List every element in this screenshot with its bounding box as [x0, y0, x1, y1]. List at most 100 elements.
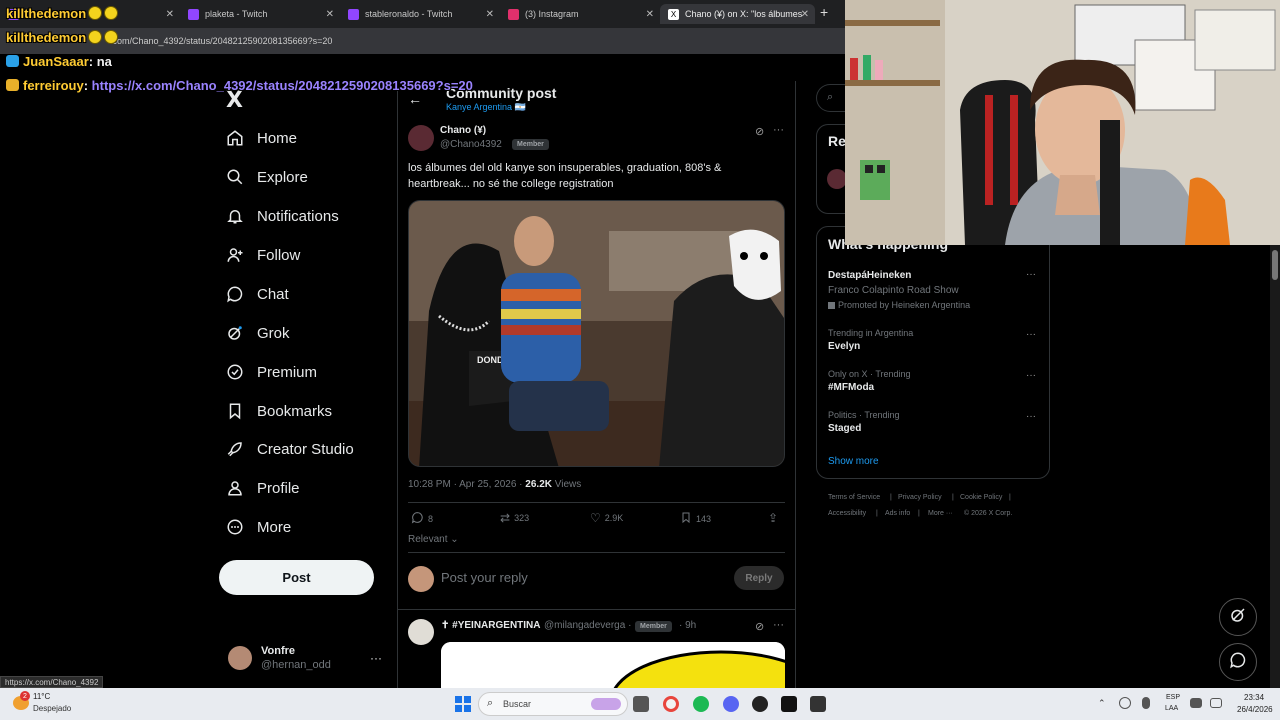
trend-context: Only on X · Trending [828, 369, 911, 379]
nav-profile[interactable]: Profile [226, 475, 300, 501]
footer-link[interactable]: More ··· [928, 510, 953, 517]
promo-name[interactable]: DestapáHeineken [828, 270, 911, 281]
author-name[interactable]: Chano (¥) [440, 125, 486, 136]
post-button[interactable]: Post [219, 560, 374, 595]
community-link[interactable]: Kanye Argentina 🇦🇷 [446, 102, 526, 113]
chevron-up-icon[interactable]: ⌃ [1098, 698, 1108, 708]
clock-date[interactable]: 26/4/2026 [1237, 705, 1273, 714]
bookmark-icon [680, 511, 692, 527]
grok-icon[interactable]: ⊘ [755, 125, 764, 138]
more-icon[interactable]: ··· [1026, 411, 1036, 422]
grok-fab-button[interactable] [1219, 598, 1257, 636]
obs-icon[interactable] [752, 696, 768, 712]
task-view-icon[interactable] [633, 696, 649, 712]
author-handle[interactable]: @Chano4392 [440, 139, 502, 150]
taskbar-search[interactable]: ⌕ [478, 692, 628, 716]
avatar[interactable] [408, 619, 434, 645]
nav-more[interactable]: More [226, 514, 291, 540]
sort-dropdown[interactable]: Relevant ⌄ [408, 534, 459, 545]
microphone-icon[interactable] [1142, 697, 1150, 709]
reply-button[interactable]: Reply [734, 566, 784, 590]
nav-label: Home [257, 129, 298, 147]
grok-icon[interactable]: ⊘ [755, 620, 764, 633]
clock-time[interactable]: 23:34 [1244, 693, 1264, 702]
comment-image[interactable] [441, 642, 785, 688]
tiktok-icon[interactable] [781, 696, 797, 712]
close-icon[interactable]: ✕ [801, 9, 809, 20]
more-icon[interactable]: ··· [1026, 329, 1036, 340]
app-icon[interactable] [810, 696, 826, 712]
footer-link[interactable]: Cookie Policy [960, 494, 1002, 501]
more-icon[interactable]: ··· [773, 619, 784, 631]
bookmark-action[interactable]: 143 [680, 511, 711, 527]
emote-icon [88, 6, 103, 20]
post-timestamp[interactable]: 10:28 PM · Apr 25, 2026 · [408, 479, 525, 490]
account-more-button[interactable]: ··· [370, 651, 382, 665]
nav-notifications[interactable]: Notifications [226, 203, 339, 229]
post-image[interactable]: DONDA [408, 200, 785, 467]
account-name[interactable]: Vonfre [261, 645, 295, 657]
comment-author[interactable]: ✝ #YEINARGENTINA [441, 620, 541, 631]
more-icon[interactable]: ··· [1026, 269, 1036, 280]
close-icon[interactable]: ✕ [166, 9, 174, 20]
language-code[interactable]: ESP [1166, 694, 1180, 701]
close-icon[interactable]: ✕ [326, 9, 334, 20]
browser-tab[interactable]: stableronaldo - Twitch ✕ [340, 4, 500, 24]
scrollbar-thumb[interactable] [1272, 250, 1278, 280]
avatar[interactable] [228, 646, 252, 670]
nav-explore[interactable]: Explore [226, 164, 308, 190]
close-icon[interactable]: ✕ [646, 9, 654, 20]
nav-premium[interactable]: Premium [226, 359, 317, 385]
more-icon[interactable]: ··· [1026, 370, 1036, 381]
nav-chat[interactable]: Chat [226, 281, 289, 307]
address-url[interactable]: .com/Chano_4392/status/20482125902081356… [110, 36, 332, 46]
display-icon[interactable] [1190, 698, 1202, 708]
nav-creator-studio[interactable]: Creator Studio [226, 436, 354, 462]
weather-desc[interactable]: Despejado [33, 704, 71, 713]
back-arrow-icon[interactable]: ← [408, 91, 422, 107]
close-icon[interactable]: ✕ [486, 9, 494, 20]
network-icon[interactable] [1119, 697, 1131, 709]
reply-action[interactable]: 8 [411, 511, 433, 527]
show-more-link[interactable]: Show more [828, 456, 879, 467]
footer-link[interactable]: Accessibility [828, 510, 866, 517]
nav-grok[interactable]: Grok [226, 320, 290, 346]
trend-name[interactable]: #MFModa [828, 382, 874, 393]
browser-tab[interactable]: plaketa - Twitch ✕ [180, 4, 340, 24]
comment-handle[interactable]: @milangadeverga · [544, 620, 631, 631]
more-icon[interactable]: ··· [773, 124, 784, 136]
repost-count: 323 [514, 513, 530, 523]
nav-bookmarks[interactable]: Bookmarks [226, 398, 332, 424]
messages-fab-button[interactable] [1219, 643, 1257, 681]
share-action[interactable]: ⇪ [768, 511, 782, 525]
discord-icon[interactable] [723, 696, 739, 712]
scrollbar[interactable] [1270, 245, 1280, 688]
new-tab-button[interactable]: + [820, 4, 828, 20]
nav-home[interactable]: Home [226, 125, 297, 151]
member-badge: Member [635, 621, 672, 632]
repost-action[interactable]: ⇄ 323 [500, 511, 529, 525]
footer-link[interactable]: Terms of Service [828, 494, 880, 501]
emote-icon [88, 30, 103, 44]
keyboard-layout[interactable]: LAA [1165, 705, 1178, 712]
trend-name[interactable]: Staged [828, 423, 861, 434]
repost-icon: ⇄ [500, 511, 511, 525]
reply-input[interactable]: Post your reply [441, 570, 528, 585]
avatar[interactable] [408, 125, 434, 151]
weather-temp[interactable]: 11°C [33, 692, 50, 701]
windows-start-icon[interactable] [455, 696, 471, 712]
browser-tab[interactable]: (3) Instagram ✕ [500, 4, 660, 24]
comment-time[interactable]: · 9h [679, 620, 696, 631]
footer-link[interactable]: Privacy Policy [898, 494, 942, 501]
browser-tab-active[interactable]: X Chano (¥) on X: "los álbumes d ✕ [660, 4, 815, 24]
like-action[interactable]: ♡ 2.9K [590, 511, 623, 525]
chrome-icon[interactable] [663, 696, 679, 712]
chat-link[interactable]: https://x.com/Chano_4392/status/20482125… [92, 78, 473, 93]
trend-name[interactable]: Evelyn [828, 341, 860, 352]
nav-follow[interactable]: Follow [226, 242, 300, 268]
footer-link[interactable]: Ads info [885, 510, 910, 517]
avatar[interactable] [827, 169, 847, 189]
search-icon: ⌕ [487, 697, 494, 709]
speaker-icon[interactable] [1210, 698, 1222, 708]
spotify-icon[interactable] [693, 696, 709, 712]
